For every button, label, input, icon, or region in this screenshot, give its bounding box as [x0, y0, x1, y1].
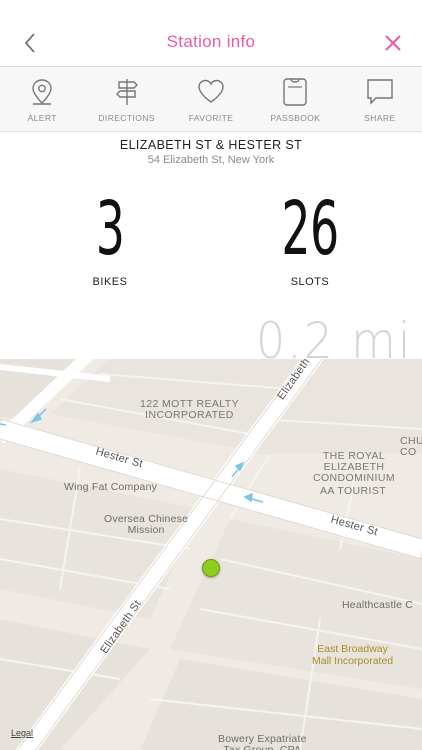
poi-label: East Broadway Mall Incorporated	[312, 643, 394, 667]
share-label: SHARE	[364, 113, 396, 123]
place-label: Healthcastle C	[342, 599, 414, 611]
directions-label: DIRECTIONS	[98, 113, 155, 123]
close-button[interactable]	[380, 30, 406, 56]
signpost-icon	[115, 79, 138, 105]
place-label: 122 MOTT REALTY INCORPORATED	[140, 398, 239, 421]
station-info-panel: ELIZABETH ST & HESTER ST 54 Elizabeth St…	[0, 132, 422, 370]
place-label: Oversea Chinese Mission	[104, 513, 189, 536]
speech-bubble-icon	[367, 79, 393, 105]
slots-count: 26	[281, 186, 339, 272]
station-pin[interactable]	[202, 559, 220, 577]
heart-icon	[198, 79, 224, 103]
station-address: 54 Elizabeth St, New York	[147, 154, 275, 166]
place-label: AA TOURIST	[320, 485, 387, 497]
place-label: THE ROYAL ELIZABETH CONDOMINIUM	[313, 450, 395, 484]
passbook-label: PASSBOOK	[270, 113, 321, 123]
passbook-icon	[283, 78, 308, 106]
legal-link[interactable]: Legal	[11, 728, 33, 738]
close-icon	[385, 35, 401, 51]
location-pin-icon	[32, 79, 52, 105]
passbook-button[interactable]: PASSBOOK	[253, 67, 337, 131]
share-button[interactable]: SHARE	[338, 67, 422, 131]
action-toolbar: ALERT DIRECTIONS FAVORITE PASSBOOK SHARE	[0, 67, 422, 132]
bikes-count: 3	[95, 186, 125, 272]
directions-button[interactable]: DIRECTIONS	[84, 67, 168, 131]
place-label: Bowery Expatriate Tax Group, CPA	[218, 733, 307, 750]
bikes-label: BIKES	[92, 276, 128, 288]
place-label: CHU CO	[400, 435, 422, 458]
alert-button[interactable]: ALERT	[0, 67, 84, 131]
station-map[interactable]: 122 MOTT REALTY INCORPORATED THE ROYAL E…	[0, 359, 422, 750]
slots-label: SLOTS	[290, 276, 330, 288]
page-title: Station info	[166, 32, 256, 51]
favorite-label: FAVORITE	[188, 113, 234, 123]
place-label: Wing Fat Company	[64, 481, 158, 493]
nav-header: Station info	[0, 0, 422, 67]
alert-label: ALERT	[27, 113, 57, 123]
station-name: ELIZABETH ST & HESTER ST	[119, 138, 303, 152]
favorite-button[interactable]: FAVORITE	[169, 67, 253, 131]
